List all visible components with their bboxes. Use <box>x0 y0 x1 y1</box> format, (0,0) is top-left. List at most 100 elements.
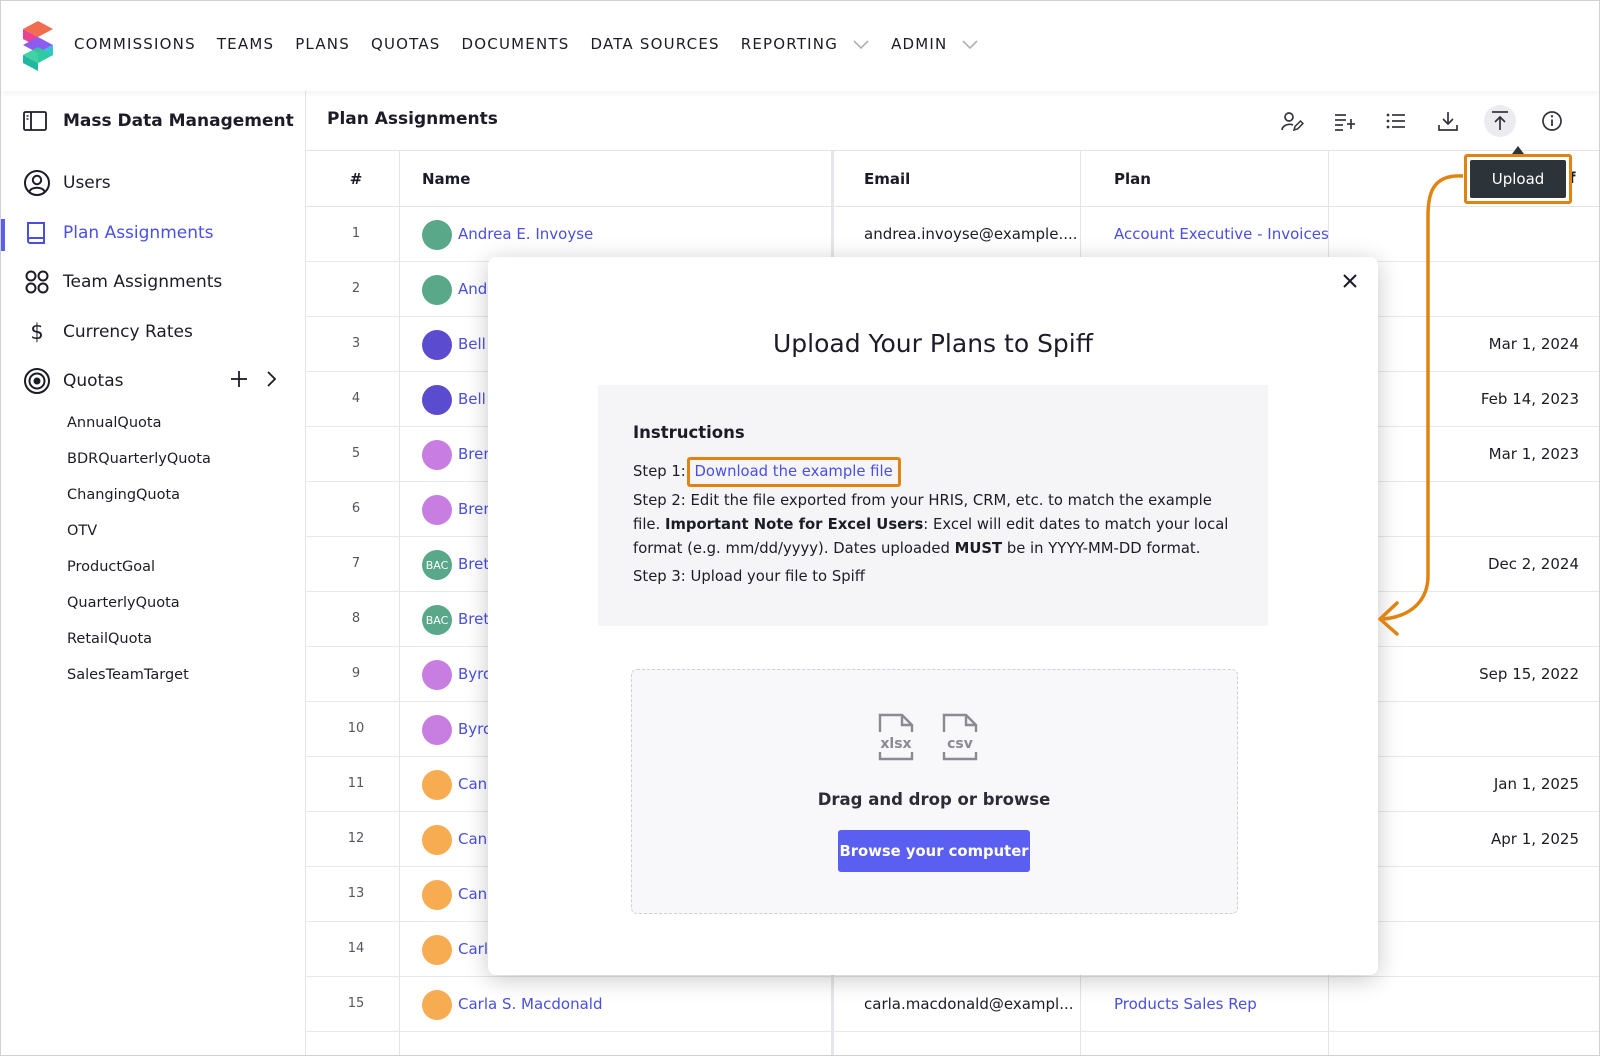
nav-admin-label: ADMIN <box>891 35 948 53</box>
chevron-down-icon <box>962 40 979 50</box>
callout-arrow-icon <box>1378 174 1464 636</box>
plan-link[interactable]: Account Executive - Invoices <box>1114 225 1329 243</box>
column-header-plan[interactable]: Plan <box>1114 170 1151 188</box>
row-number: 13 <box>347 886 365 901</box>
effective-date: Mar 1, 2023 <box>1488 445 1579 463</box>
user-name-link[interactable]: Bret <box>458 610 489 628</box>
book-icon <box>27 222 45 244</box>
sidebar-item-currency-rates[interactable]: $ Currency Rates <box>23 318 193 346</box>
list-icon <box>1386 113 1405 129</box>
row-number: 1 <box>351 226 361 241</box>
table-row[interactable]: 15 Carla S. Macdonald carla.macdonald@exam… <box>306 977 1599 1032</box>
plan-link[interactable]: Products Sales Rep <box>1114 995 1257 1013</box>
row-number: 9 <box>351 666 361 681</box>
sidebar-title: Mass Data Management <box>63 111 294 131</box>
user-name-link[interactable]: Bell <box>458 335 486 353</box>
list-view-button[interactable] <box>1380 105 1412 137</box>
effective-date: Apr 1, 2025 <box>1491 830 1579 848</box>
sort-columns-button[interactable] <box>1328 105 1360 137</box>
effective-date: Jan 1, 2025 <box>1493 775 1579 793</box>
assign-user-button[interactable] <box>1276 105 1308 137</box>
user-name-link[interactable]: Bret <box>458 555 489 573</box>
user-name-link[interactable]: Can <box>458 830 487 848</box>
quota-otv[interactable]: OTV <box>67 523 97 539</box>
column-header-email[interactable]: Email <box>864 170 910 188</box>
upload-modal: Upload Your Plans to Spiff Instructions … <box>488 257 1378 975</box>
svg-text:$: $ <box>30 320 43 344</box>
nav-data-sources[interactable]: DATA SOURCES <box>590 35 719 53</box>
nav-quotas[interactable]: QUOTAS <box>371 35 441 53</box>
download-example-link[interactable]: Download the example file <box>686 457 901 487</box>
sidebar-header: Mass Data Management <box>23 111 294 131</box>
avatar <box>422 440 452 470</box>
avatar <box>422 385 452 415</box>
avatar <box>422 990 452 1020</box>
chevron-right-icon[interactable] <box>261 369 281 389</box>
avatar <box>422 660 452 690</box>
nav-teams[interactable]: TEAMS <box>217 35 274 53</box>
nav-reporting-label: REPORTING <box>740 35 839 53</box>
sidebar-item-quotas[interactable]: Quotas <box>23 367 124 395</box>
user-name-link[interactable]: Bell <box>458 390 486 408</box>
user-edit-icon <box>1281 112 1304 132</box>
info-button[interactable] <box>1536 105 1568 137</box>
sort-list-icon <box>1335 114 1355 131</box>
nav-reporting[interactable]: REPORTING <box>741 35 870 53</box>
upload-button[interactable] <box>1484 105 1516 137</box>
user-name-link[interactable]: Carla S. Macdonald <box>458 995 603 1013</box>
sidebar-item-label: Users <box>63 173 111 193</box>
drop-zone-text: Drag and drop or browse <box>817 790 1051 809</box>
app-window: COMMISSIONS TEAMS PLANS QUOTAS DOCUMENTS… <box>0 0 1600 1056</box>
instruction-step-1: Step 1: Download the example file <box>633 457 901 487</box>
row-number: 4 <box>351 391 361 406</box>
tooltip-arrow <box>1512 146 1524 154</box>
instructions-title: Instructions <box>633 423 745 442</box>
user-name-link[interactable]: Carl <box>458 940 488 958</box>
nav-admin[interactable]: ADMIN <box>891 35 979 53</box>
user-name-link[interactable]: Can <box>458 885 487 903</box>
user-name-link[interactable]: And <box>458 280 487 298</box>
quota-retailquota[interactable]: RetailQuota <box>67 631 152 647</box>
csv-file-icon: csv <box>942 713 978 761</box>
browse-computer-button[interactable]: Browse your computer <box>838 830 1030 872</box>
quota-salesteamtarget[interactable]: SalesTeamTarget <box>67 667 189 683</box>
download-button[interactable] <box>1432 105 1464 137</box>
close-icon[interactable] <box>1340 271 1360 291</box>
user-name-link[interactable]: Andrea E. Invoyse <box>458 225 593 243</box>
plus-icon[interactable] <box>229 369 249 389</box>
spiff-logo-icon[interactable] <box>23 21 53 71</box>
quota-changingquota[interactable]: ChangingQuota <box>67 487 180 503</box>
sidebar-toggle-icon[interactable] <box>23 111 47 131</box>
row-number: 14 <box>347 941 365 956</box>
effective-date: Dec 2, 2024 <box>1487 555 1579 573</box>
step2-must: MUST <box>954 540 1003 557</box>
sidebar-item-plan-assignments[interactable]: Plan Assignments <box>23 219 214 247</box>
row-number: 15 <box>347 996 365 1011</box>
avatar <box>422 220 452 250</box>
file-drop-zone[interactable]: xlsx csv Drag and drop or browse Browse … <box>631 669 1238 914</box>
sidebar-item-users[interactable]: Users <box>23 169 111 197</box>
step2-format-text: be in YYYY-MM-DD format. <box>1006 540 1201 557</box>
row-number: 3 <box>351 336 361 351</box>
user-email: carla.macdonald@exampl... <box>864 995 1074 1013</box>
nav-commissions[interactable]: COMMISSIONS <box>74 35 196 53</box>
nav-documents[interactable]: DOCUMENTS <box>462 35 570 53</box>
quota-quarterlyquota[interactable]: QuarterlyQuota <box>67 595 180 611</box>
avatar: BAC <box>422 605 452 635</box>
nav-plans[interactable]: PLANS <box>295 35 350 53</box>
sidebar-item-team-assignments[interactable]: Team Assignments <box>23 268 222 296</box>
avatar <box>422 770 452 800</box>
info-icon <box>1542 111 1562 131</box>
quota-bdrquarterlyquota[interactable]: BDRQuarterlyQuota <box>67 451 211 467</box>
page-title: Plan Assignments <box>327 109 498 129</box>
column-header-name[interactable]: Name <box>422 170 470 188</box>
quota-productgoal[interactable]: ProductGoal <box>67 559 155 575</box>
download-icon <box>1438 112 1458 131</box>
avatar <box>422 275 452 305</box>
user-name-link[interactable]: Can <box>458 775 487 793</box>
top-nav: COMMISSIONS TEAMS PLANS QUOTAS DOCUMENTS… <box>1 1 1599 91</box>
sidebar-item-label: Team Assignments <box>63 272 223 292</box>
row-number: 12 <box>347 831 365 846</box>
quota-annualquota[interactable]: AnnualQuota <box>67 415 161 431</box>
column-header-number[interactable]: # <box>346 170 366 188</box>
